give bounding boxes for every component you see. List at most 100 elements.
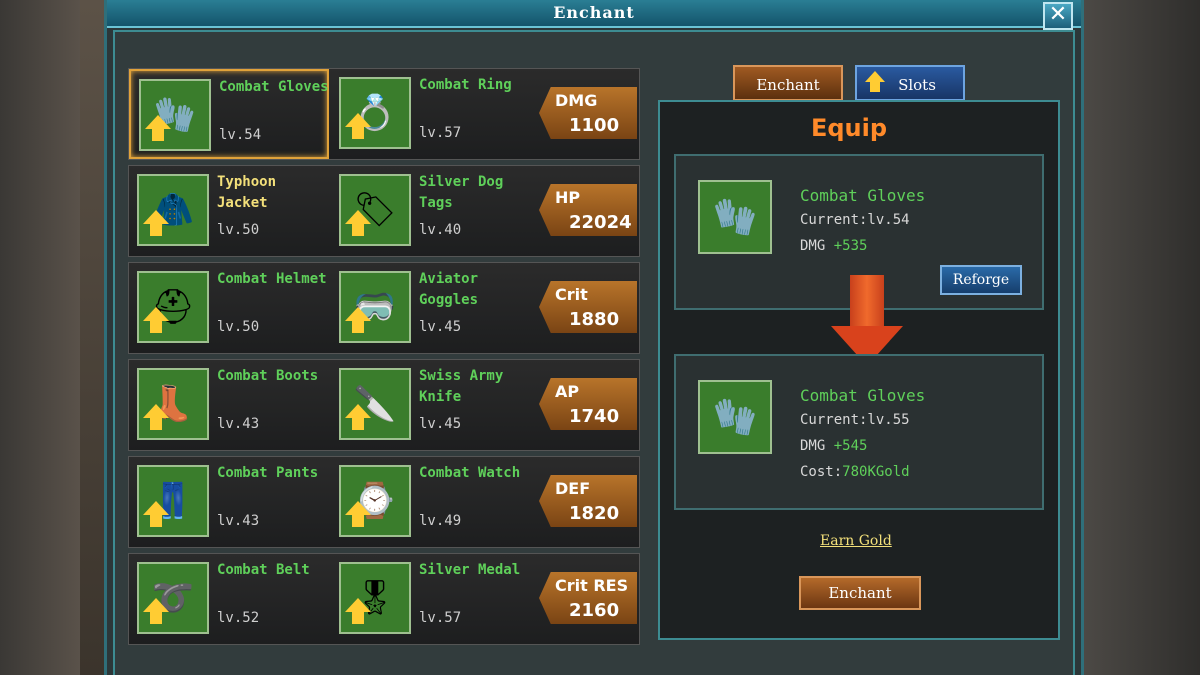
next-item-level: Current:lv.55 <box>800 412 910 428</box>
earn-gold-link[interactable]: Earn Gold <box>820 533 892 549</box>
upgrade-arrow-icon <box>143 598 169 624</box>
gloves-icon: 🧤 <box>698 180 772 254</box>
stat-value: 1880 <box>569 309 620 330</box>
stat-badge: Crit 1880 <box>539 281 637 333</box>
equipment-slot-dog-tags[interactable]: 🏷 Silver Dog Tags lv.40 <box>331 166 531 256</box>
item-name: Combat Boots <box>217 368 319 384</box>
close-button[interactable]: ✕ <box>1043 2 1073 30</box>
upgrade-arrow-icon <box>143 404 169 430</box>
equipment-slot-gloves[interactable]: 🧤 Combat Gloves lv.54 <box>129 69 329 159</box>
next-stat-label: DMG <box>800 438 826 454</box>
upgrade-arrow-icon <box>143 501 169 527</box>
equipment-row: ➰ Combat Belt lv.52 🎖 Silver Medal lv.57 Crit … <box>128 553 640 645</box>
down-arrow-icon <box>850 275 884 327</box>
stat-name: AP <box>555 382 580 401</box>
cost-value: 780KGold <box>842 464 910 480</box>
item-name: Combat Belt <box>217 562 310 578</box>
stat-value: 1820 <box>569 503 620 524</box>
stat-badge: AP 1740 <box>539 378 637 430</box>
current-stat-label: DMG <box>800 238 826 254</box>
enchant-button[interactable]: Enchant <box>799 576 921 610</box>
window-title: Enchant <box>553 3 635 22</box>
upgrade-arrow-icon <box>145 115 171 141</box>
equipment-row: 🧥 Typhoon Jacket lv.50 🏷 Silver Dog Tags lv.4… <box>128 165 640 257</box>
stat-value: 2160 <box>569 600 620 621</box>
upgrade-arrow-icon <box>345 210 371 236</box>
upgrade-arrow-icon <box>345 113 371 139</box>
current-item-stat: DMG +535 <box>800 238 867 254</box>
upgrade-arrow-icon <box>865 71 885 92</box>
cost-label: Cost: <box>800 464 843 480</box>
stat-name: Crit RES <box>555 576 629 595</box>
item-level: lv.45 <box>419 319 462 335</box>
stat-badge: HP 22024 <box>539 184 637 236</box>
item-name: Aviator Goggles <box>419 271 479 308</box>
item-name: Swiss Army Knife <box>419 368 504 405</box>
item-name: Silver Dog Tags <box>419 174 504 211</box>
next-stat-value: +545 <box>833 438 868 454</box>
item-name: Combat Helmet <box>217 271 327 287</box>
current-item-level: Current:lv.54 <box>800 212 910 228</box>
stat-name: HP <box>555 188 581 207</box>
item-name: Combat Ring <box>419 77 512 93</box>
stat-name: DEF <box>555 479 591 498</box>
current-stat-value: +535 <box>833 238 868 254</box>
item-name: Silver Medal <box>419 562 521 578</box>
background-right <box>1080 0 1200 675</box>
stat-badge: DEF 1820 <box>539 475 637 527</box>
item-level: lv.50 <box>217 319 260 335</box>
item-name: Combat Pants <box>217 465 319 481</box>
stat-value: 1100 <box>569 115 620 136</box>
upgrade-arrow-icon <box>345 307 371 333</box>
equipment-slot-pants[interactable]: 👖 Combat Pants lv.43 <box>129 457 329 547</box>
upgrade-arrow-icon <box>345 404 371 430</box>
equip-title: Equip <box>810 114 888 142</box>
tab-enchant[interactable]: Enchant <box>733 65 843 101</box>
item-level: lv.50 <box>217 222 260 238</box>
equipment-row: ⛑ Combat Helmet lv.50 🥽 Aviator Goggles lv.45… <box>128 262 640 354</box>
item-level: lv.43 <box>217 416 260 432</box>
next-item-stat: DMG +545 <box>800 438 867 454</box>
item-level: lv.54 <box>219 127 262 143</box>
equipment-slot-knife[interactable]: 🔪 Swiss Army Knife lv.45 <box>331 360 531 450</box>
tab-slots[interactable]: Slots <box>855 65 965 101</box>
tab-enchant-label: Enchant <box>756 76 820 94</box>
title-bar: Enchant ✕ <box>107 0 1081 30</box>
background-left <box>0 0 80 675</box>
equipment-row: 👖 Combat Pants lv.43 ⌚ Combat Watch lv.49 DEF 1… <box>128 456 640 548</box>
equipment-slot-helmet[interactable]: ⛑ Combat Helmet lv.50 <box>129 263 329 353</box>
equipment-slot-boots[interactable]: 👢 Combat Boots lv.43 <box>129 360 329 450</box>
equipment-slot-belt[interactable]: ➰ Combat Belt lv.52 <box>129 554 329 644</box>
upgrade-arrow-icon <box>143 307 169 333</box>
item-name: Typhoon Jacket <box>217 174 277 211</box>
stat-name: DMG <box>555 91 598 110</box>
enchant-cost: Cost:780KGold <box>800 464 910 480</box>
upgrade-arrow-icon <box>345 598 371 624</box>
stat-badge: Crit RES 2160 <box>539 572 637 624</box>
item-level: lv.52 <box>217 610 260 626</box>
equipment-slot-medal[interactable]: 🎖 Silver Medal lv.57 <box>331 554 531 644</box>
next-item-name: Combat Gloves <box>800 386 926 405</box>
reforge-button[interactable]: Reforge <box>940 265 1022 295</box>
item-name: Combat Watch <box>419 465 521 481</box>
stat-value: 22024 <box>569 212 632 233</box>
item-level: lv.45 <box>419 416 462 432</box>
equipment-slot-goggles[interactable]: 🥽 Aviator Goggles lv.45 <box>331 263 531 353</box>
item-level: lv.49 <box>419 513 462 529</box>
item-level: lv.40 <box>419 222 462 238</box>
upgrade-arrow-icon <box>143 210 169 236</box>
tab-slots-label: Slots <box>898 76 936 94</box>
item-level: lv.43 <box>217 513 260 529</box>
upgrade-arrow-icon <box>345 501 371 527</box>
equipment-row: 👢 Combat Boots lv.43 🔪 Swiss Army Knife lv.45… <box>128 359 640 451</box>
equipment-slot-jacket[interactable]: 🧥 Typhoon Jacket lv.50 <box>129 166 329 256</box>
stat-badge: DMG 1100 <box>539 87 637 139</box>
current-item-name: Combat Gloves <box>800 186 926 205</box>
stat-value: 1740 <box>569 406 620 427</box>
equipment-slot-ring[interactable]: 💍 Combat Ring lv.57 <box>331 69 531 159</box>
item-level: lv.57 <box>419 125 462 141</box>
stat-name: Crit <box>555 285 588 304</box>
equipment-slot-watch[interactable]: ⌚ Combat Watch lv.49 <box>331 457 531 547</box>
equipment-row: 🧤 Combat Gloves lv.54 💍 Combat Ring lv.57 DMG 1… <box>128 68 640 160</box>
gloves-icon: 🧤 <box>698 380 772 454</box>
